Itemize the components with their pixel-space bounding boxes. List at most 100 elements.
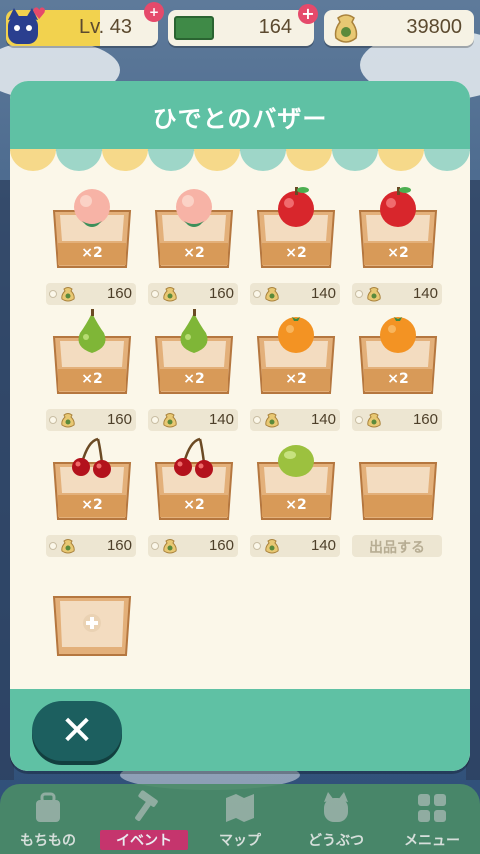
add-slot[interactable] xyxy=(48,589,136,699)
tag-hole xyxy=(355,290,363,298)
tag-hole xyxy=(49,416,57,424)
price-tag: 140 xyxy=(352,283,442,305)
peach-icon xyxy=(74,189,110,227)
zoom-icon[interactable]: + xyxy=(144,2,164,22)
price-tag: 160 xyxy=(148,535,238,557)
item-price: 160 xyxy=(208,537,234,554)
bag-icon xyxy=(36,792,60,822)
item-slot[interactable]: ×2 160 xyxy=(46,437,136,559)
pear-icon xyxy=(78,309,106,353)
item-slot[interactable]: ×2 160 xyxy=(148,437,238,559)
sell-button[interactable]: 出品する xyxy=(352,535,442,557)
empty-slot[interactable]: 出品する xyxy=(352,449,442,559)
grid-icon xyxy=(418,794,446,822)
item-slot[interactable]: ×2 160 xyxy=(46,309,136,433)
price-tag: 160 xyxy=(46,535,136,557)
item-price: 160 xyxy=(106,285,132,302)
nav-label: メニュー xyxy=(404,833,460,849)
close-button[interactable]: ✕ xyxy=(32,701,122,761)
bell-bag-icon xyxy=(61,287,75,302)
bell-bag-icon xyxy=(265,413,279,428)
item-quantity: ×2 xyxy=(183,497,205,513)
durian-icon xyxy=(278,445,314,477)
nav-label: どうぶつ xyxy=(308,833,364,849)
item-slot[interactable]: ×2 160 xyxy=(352,317,442,433)
price-tag: 160 xyxy=(148,283,238,305)
item-price: 140 xyxy=(412,285,438,302)
bell-bag-icon xyxy=(163,287,177,302)
bell-counter: 39800 xyxy=(324,10,474,46)
tag-hole xyxy=(151,290,159,298)
tag-hole xyxy=(253,416,261,424)
item-slot[interactable]: ×2 160 xyxy=(148,189,238,307)
item-slot[interactable]: ×2 140 xyxy=(148,309,238,433)
peach-icon xyxy=(176,189,212,227)
item-price: 160 xyxy=(412,411,438,428)
empty-crate-icon xyxy=(52,596,132,656)
nav-event[interactable]: イベント xyxy=(96,790,192,852)
bottom-navigation: もちもの イベント マップ どうぶつ メニュー xyxy=(0,784,480,854)
map-icon xyxy=(226,794,254,822)
item-slot[interactable]: ×2 140 xyxy=(250,317,340,433)
dialog-header: ひでとのバザー xyxy=(10,81,470,151)
item-price: 140 xyxy=(208,411,234,428)
bell-bag-icon xyxy=(265,287,279,302)
item-price: 140 xyxy=(310,537,336,554)
nav-map[interactable]: マップ xyxy=(192,790,288,852)
item-slot[interactable]: ×2 140 xyxy=(250,445,340,559)
nav-animals[interactable]: どうぶつ xyxy=(288,790,384,852)
tag-hole xyxy=(49,290,57,298)
price-tag: 140 xyxy=(148,409,238,431)
tag-hole xyxy=(151,542,159,550)
ticket-count: 164 xyxy=(258,16,292,38)
status-bar: ♥ Lv. 43 + 164 + 39800 xyxy=(6,2,474,48)
add-tickets-icon[interactable]: + xyxy=(298,4,318,24)
item-quantity: ×2 xyxy=(183,245,205,261)
item-quantity: ×2 xyxy=(285,497,307,513)
item-quantity: ×2 xyxy=(285,371,307,387)
ticket-counter[interactable]: 164 + xyxy=(168,4,318,46)
item-slot[interactable]: ×2 140 xyxy=(250,187,340,307)
apple-icon xyxy=(278,187,314,227)
close-icon: ✕ xyxy=(60,708,94,754)
nav-label: もちもの xyxy=(20,833,76,849)
cherry-icon xyxy=(174,437,213,478)
nav-menu[interactable]: メニュー xyxy=(384,790,480,852)
orange-icon xyxy=(380,317,416,353)
item-quantity: ×2 xyxy=(81,497,103,513)
leaf-ticket-icon xyxy=(174,16,214,40)
bazaar-dialog: ひでとのバザー ×2 160 ×2 160 ×2 140 ×2 140 ×2 160 ×2 140 ×2… xyxy=(10,81,470,771)
item-price: 140 xyxy=(310,285,336,302)
crate-icon xyxy=(358,462,438,520)
item-price: 160 xyxy=(106,411,132,428)
item-slot[interactable]: ×2 140 xyxy=(352,187,442,307)
price-tag: 140 xyxy=(250,283,340,305)
price-tag: 140 xyxy=(250,535,340,557)
tag-hole xyxy=(355,416,363,424)
item-quantity: ×2 xyxy=(285,245,307,261)
bell-bag-icon xyxy=(61,413,75,428)
tag-hole xyxy=(49,542,57,550)
price-tag: 160 xyxy=(46,283,136,305)
item-quantity: ×2 xyxy=(183,371,205,387)
item-quantity: ×2 xyxy=(81,245,103,261)
bell-bag-icon xyxy=(367,413,381,428)
orange-icon xyxy=(278,317,314,353)
bell-bag-icon xyxy=(163,413,177,428)
sell-label: 出品する xyxy=(369,540,425,556)
bell-bag-icon xyxy=(163,539,177,554)
price-tag: 160 xyxy=(46,409,136,431)
item-price: 160 xyxy=(106,537,132,554)
nav-label: マップ xyxy=(219,833,261,849)
bell-bag-icon xyxy=(334,14,358,43)
level-indicator[interactable]: ♥ Lv. 43 + xyxy=(6,2,164,46)
hammer-icon xyxy=(135,790,158,821)
item-price: 160 xyxy=(208,285,234,302)
nav-inventory[interactable]: もちもの xyxy=(0,790,96,852)
heart-icon: ♥ xyxy=(32,4,47,23)
tag-hole xyxy=(253,542,261,550)
animal-icon xyxy=(324,792,348,822)
item-slot[interactable]: ×2 160 xyxy=(46,189,136,307)
dialog-title: ひでとのバザー xyxy=(152,104,328,133)
bell-count: 39800 xyxy=(406,16,462,38)
